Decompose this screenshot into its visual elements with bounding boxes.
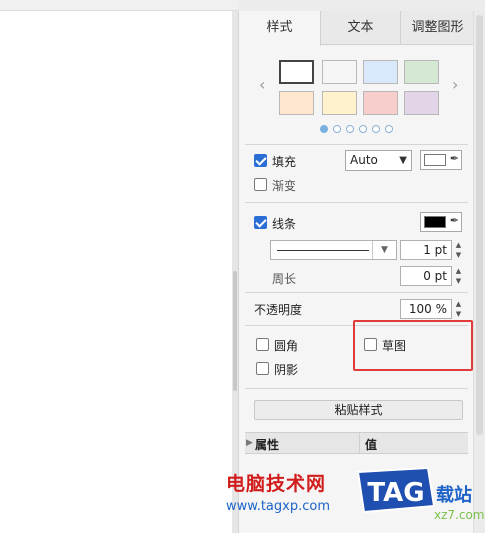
opacity-stepper[interactable]: 100 % ▲ ▼ <box>400 299 464 319</box>
divider <box>245 202 468 203</box>
page-dot[interactable] <box>346 125 354 133</box>
fill-label: 填充 <box>272 155 297 169</box>
page-dot[interactable] <box>320 125 328 133</box>
rounded-checkbox[interactable] <box>256 338 269 351</box>
perimeter-label: 周长 <box>272 272 297 286</box>
page-dot[interactable] <box>385 125 393 133</box>
style-swatch[interactable] <box>404 91 439 115</box>
style-swatch[interactable] <box>279 91 314 115</box>
perimeter-stepper[interactable]: 0 pt ▲ ▼ <box>400 266 464 286</box>
canvas-scrollbar-thumb[interactable] <box>233 271 237 391</box>
drawing-canvas[interactable] <box>0 11 232 533</box>
line-label: 线条 <box>272 217 297 231</box>
fill-mode-value: Auto <box>350 153 378 167</box>
divider <box>245 144 468 145</box>
page-dot[interactable] <box>333 125 341 133</box>
tab-style[interactable]: 样式 <box>239 11 321 46</box>
fill-checkbox[interactable] <box>254 154 267 167</box>
style-swatch[interactable] <box>363 91 398 115</box>
line-color-swatch <box>424 216 446 228</box>
rounded-label: 圆角 <box>274 339 299 353</box>
fill-mode-select[interactable]: Auto ▼ <box>345 150 412 171</box>
chevron-down-icon: ▼ <box>399 155 407 166</box>
stepper-up-icon[interactable]: ▲ <box>453 299 464 309</box>
opacity-label: 不透明度 <box>254 303 303 317</box>
properties-grid-header: ▶ 属性 值 <box>245 432 468 454</box>
panel-scrollbar-thumb[interactable] <box>476 15 483 435</box>
page-dot[interactable] <box>359 125 367 133</box>
watermark-suffix-url: xz7.com <box>434 508 485 522</box>
watermark-site-url: www.tagxp.com <box>226 499 330 514</box>
opacity-input[interactable]: 100 % <box>400 299 452 319</box>
divider <box>245 292 468 293</box>
gradient-checkbox[interactable] <box>254 178 267 191</box>
line-pattern-preview <box>277 250 369 251</box>
shadow-label: 阴影 <box>274 363 299 377</box>
property-column-header: 属性 <box>255 438 280 452</box>
panel-scrollbar[interactable] <box>473 11 485 533</box>
style-swatch[interactable] <box>279 60 314 84</box>
paste-style-button[interactable]: 粘贴样式 <box>254 400 463 420</box>
line-checkbox[interactable] <box>254 216 267 229</box>
eyedropper-icon: ✒ <box>449 214 459 227</box>
stepper-up-icon[interactable]: ▲ <box>453 240 464 250</box>
chevron-right-icon[interactable]: › <box>452 75 458 94</box>
shadow-checkbox[interactable] <box>256 362 269 375</box>
line-width-input[interactable]: 1 pt <box>400 240 452 260</box>
gradient-label: 渐变 <box>272 179 297 193</box>
tab-arrange[interactable]: 调整图形 <box>401 11 474 45</box>
style-swatch[interactable] <box>322 91 357 115</box>
style-swatch[interactable] <box>404 60 439 84</box>
perimeter-input[interactable]: 0 pt <box>400 266 452 286</box>
eyedropper-icon: ✒ <box>449 152 459 165</box>
chevron-left-icon[interactable]: ‹ <box>259 75 265 94</box>
stepper-down-icon[interactable]: ▼ <box>453 309 464 319</box>
line-pattern-select[interactable]: ▼ <box>270 240 397 260</box>
watermark-site-name: 电脑技术网 <box>226 473 327 495</box>
expand-triangle-icon[interactable]: ▶ <box>246 438 253 448</box>
stepper-down-icon[interactable]: ▼ <box>453 250 464 260</box>
stepper-up-icon[interactable]: ▲ <box>453 266 464 276</box>
stepper-down-icon[interactable]: ▼ <box>453 276 464 286</box>
watermark-suffix: 载站 <box>436 485 472 506</box>
line-width-stepper[interactable]: 1 pt ▲ ▼ <box>400 240 464 260</box>
line-color-picker[interactable]: ✒ <box>420 212 462 232</box>
fill-color-picker[interactable]: ✒ <box>420 150 462 170</box>
column-divider <box>359 433 360 453</box>
tab-text[interactable]: 文本 <box>321 11 401 45</box>
canvas-top-strip <box>0 0 238 11</box>
chevron-down-icon[interactable]: ▼ <box>372 241 396 259</box>
format-panel: 样式 文本 调整图形 ‹ › 填充 Auto ▼ ✒ 渐变 线条 ✒ ▼ 1 p… <box>238 11 474 533</box>
highlight-annotation-box <box>353 320 473 371</box>
style-swatch[interactable] <box>322 60 357 84</box>
divider <box>245 388 468 389</box>
fill-color-swatch <box>424 154 446 166</box>
value-column-header: 值 <box>365 438 378 452</box>
format-tabs: 样式 文本 调整图形 <box>239 11 474 46</box>
watermark-logo-text: TAG <box>367 478 424 508</box>
style-swatch[interactable] <box>363 60 398 84</box>
watermark-logo: TAG <box>356 466 436 514</box>
page-dot[interactable] <box>372 125 380 133</box>
